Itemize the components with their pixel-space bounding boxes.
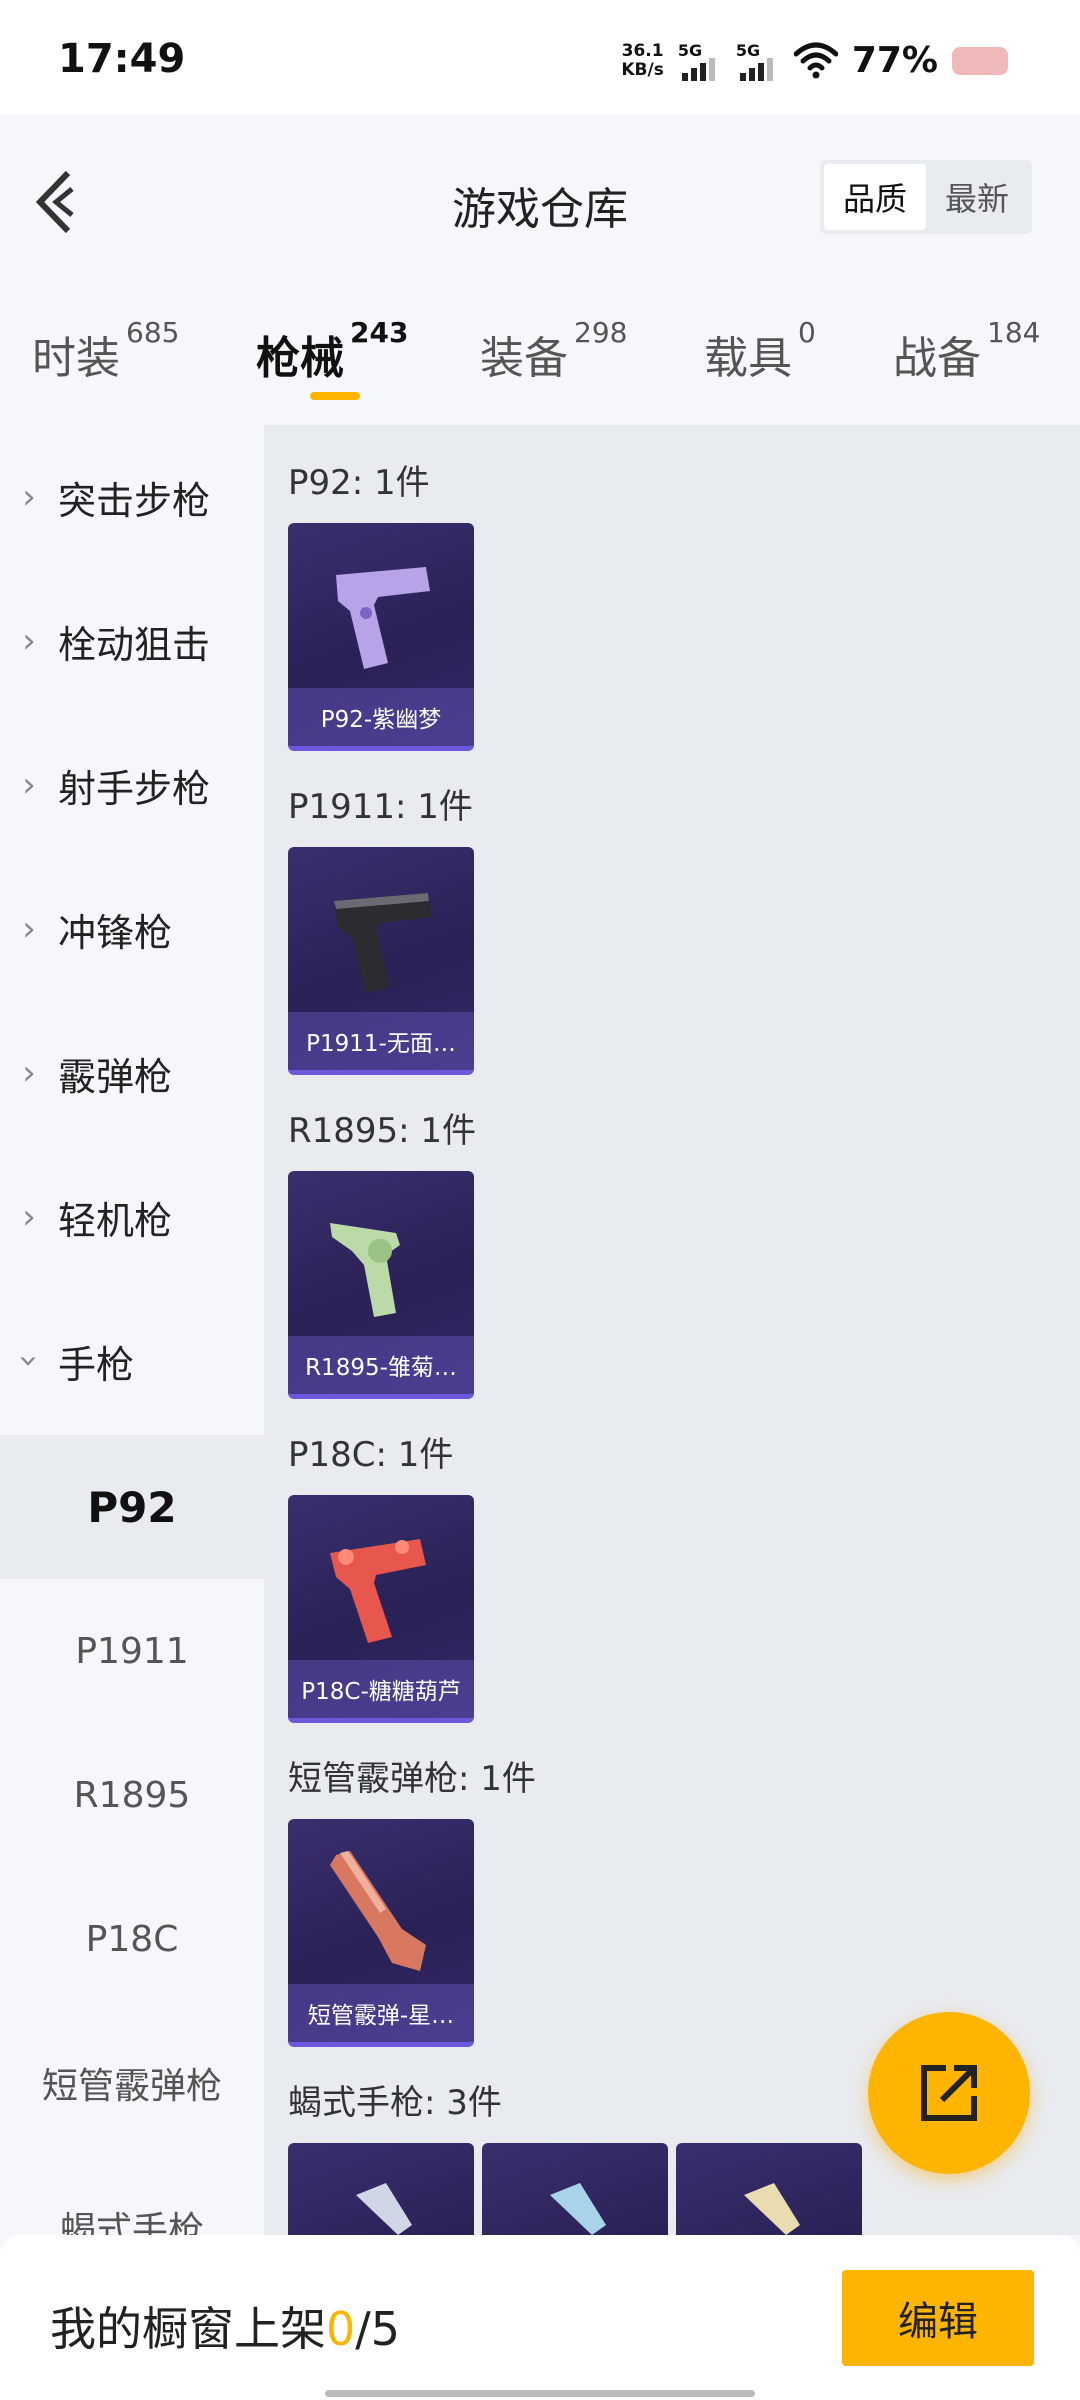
tab-fashion[interactable]: 时装685 <box>32 316 179 386</box>
tab-vehicles[interactable]: 载具0 <box>704 316 816 386</box>
revolver-icon <box>330 1223 400 1317</box>
sort-quality-button[interactable]: 品质 <box>824 164 926 230</box>
item-card[interactable] <box>482 2143 668 2235</box>
sidebar-item-shotgun[interactable]: › 霰弹枪 <box>0 1001 264 1145</box>
shotgun-icon <box>330 1851 426 1971</box>
group-title: 蝎式手枪: 3件 <box>288 2083 502 2123</box>
pistol-icon <box>330 1539 426 1643</box>
chevron-down-icon: › <box>9 1354 49 1368</box>
pistol-icon <box>336 567 430 669</box>
item-card[interactable]: 短管霰弹-星… <box>288 1819 474 2047</box>
sidebar-item-pistol[interactable]: › 手枪 <box>0 1289 264 1433</box>
sidebar-subitem-skorpion[interactable]: 蝎式手枪 <box>0 2155 264 2235</box>
group-title: 短管霰弹枪: 1件 <box>288 1759 536 1799</box>
tab-supplies[interactable]: 战备184 <box>893 316 1040 386</box>
network-speed: 36.1 KB/s <box>621 40 664 80</box>
header: 游戏仓库 品质 最新 <box>0 115 1080 280</box>
sidebar-item-smg[interactable]: › 冲锋枪 <box>0 857 264 1001</box>
group-title: P18C: 1件 <box>288 1435 454 1475</box>
signal-icon: 5G <box>736 41 780 81</box>
chevron-right-icon: › <box>22 909 36 949</box>
chevron-right-icon: › <box>22 621 36 661</box>
item-card[interactable] <box>288 2143 474 2235</box>
sidebar-subitem-r1895[interactable]: R1895 <box>0 1723 264 1867</box>
tab-equipment[interactable]: 装备298 <box>480 316 627 386</box>
pistol-icon <box>334 893 432 993</box>
smg-icon <box>356 2183 412 2235</box>
group-title: P92: 1件 <box>288 463 430 503</box>
active-tab-indicator <box>310 392 360 400</box>
share-icon <box>921 2065 977 2121</box>
smg-icon <box>550 2183 606 2235</box>
sidebar: › 突击步枪 › 栓动狙击 › 射手步枪 › 冲锋枪 › 霰弹枪 › 轻机枪 › 手枪 P92… <box>0 425 264 2235</box>
bottom-bar: 我的橱窗上架0/5 编辑 <box>0 2235 1080 2400</box>
sidebar-item-marksman-rifle[interactable]: › 射手步枪 <box>0 713 264 857</box>
group-title: R1895: 1件 <box>288 1111 477 1151</box>
item-card[interactable] <box>676 2143 862 2235</box>
category-tabs: 时装685 枪械243 装备298 载具0 战备184 <box>0 300 1080 420</box>
battery-percent: 77% <box>851 40 938 81</box>
item-card[interactable]: R1895-雏菊… <box>288 1171 474 1399</box>
item-card[interactable]: P18C-糖糖葫芦 <box>288 1495 474 1723</box>
chevron-right-icon: › <box>22 477 36 517</box>
signal-icon: 5G <box>678 41 722 81</box>
wifi-icon <box>793 42 838 78</box>
sort-newest-button[interactable]: 最新 <box>926 164 1028 230</box>
status-icons: 36.1 KB/s 5G 5G 77% <box>621 40 1008 81</box>
home-indicator[interactable] <box>325 2390 755 2397</box>
sidebar-subitem-sawed-off[interactable]: 短管霰弹枪 <box>0 2011 264 2155</box>
sidebar-item-bolt-sniper[interactable]: › 栓动狙击 <box>0 569 264 713</box>
battery-icon <box>952 46 1008 75</box>
sidebar-item-lmg[interactable]: › 轻机枪 <box>0 1145 264 1289</box>
sidebar-subitem-p18c[interactable]: P18C <box>0 1867 264 2011</box>
sort-toggle: 品质 最新 <box>820 160 1032 234</box>
item-card[interactable]: P1911-无面… <box>288 847 474 1075</box>
sidebar-subitem-p92[interactable]: P92 <box>0 1435 264 1579</box>
chevron-right-icon: › <box>22 1197 36 1237</box>
group-title: P1911: 1件 <box>288 787 473 827</box>
share-button[interactable] <box>868 2012 1030 2174</box>
tab-guns[interactable]: 枪械243 <box>256 316 408 386</box>
item-card[interactable]: P92-紫幽梦 <box>288 523 474 751</box>
chevron-right-icon: › <box>22 1053 36 1093</box>
showcase-status: 我的橱窗上架0/5 <box>50 2302 401 2356</box>
sidebar-item-assault-rifle[interactable]: › 突击步枪 <box>0 425 264 569</box>
clock: 17:49 <box>58 36 186 82</box>
chevron-right-icon: › <box>22 765 36 805</box>
smg-icon <box>744 2183 800 2235</box>
item-list: P92: 1件 P92-紫幽梦 P1911: 1件 P1911-无面… R189… <box>264 425 1080 2235</box>
status-bar: 17:49 36.1 KB/s 5G 5G 77% <box>0 0 1080 115</box>
edit-button[interactable]: 编辑 <box>842 2270 1034 2366</box>
sidebar-subitem-p1911[interactable]: P1911 <box>0 1579 264 1723</box>
